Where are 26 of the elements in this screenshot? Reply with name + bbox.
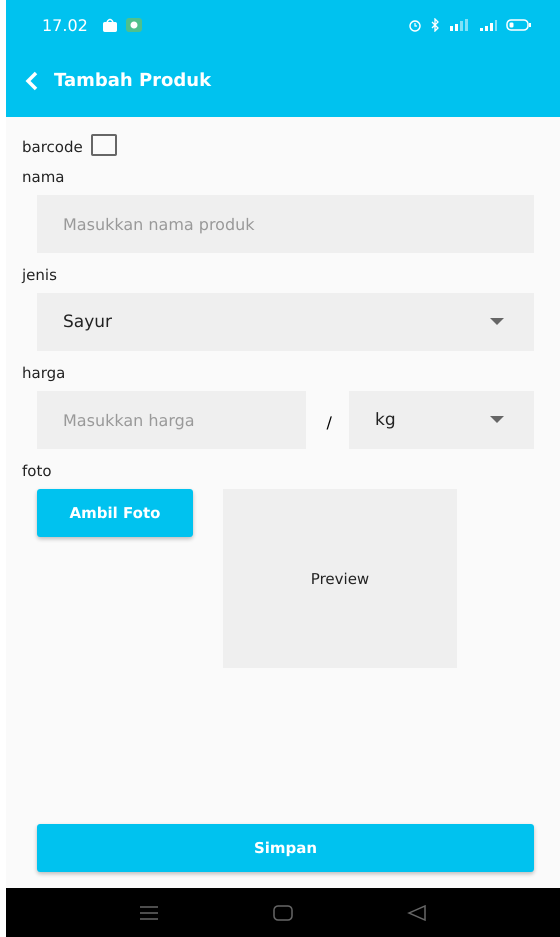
photo-preview: Preview <box>223 489 457 668</box>
nama-label: nama <box>22 167 65 188</box>
menu-icon[interactable] <box>139 904 159 920</box>
product-name-field[interactable]: Masukkan nama produk <box>37 195 534 253</box>
jenis-label: jenis <box>22 265 57 286</box>
battery-icon <box>506 18 532 32</box>
unit-dropdown[interactable]: kg <box>349 391 534 449</box>
separator-text: / <box>325 412 333 432</box>
barcode-checkbox[interactable] <box>90 134 117 156</box>
home-icon[interactable] <box>273 904 293 920</box>
price-field[interactable]: Masukkan harga <box>37 391 306 449</box>
back-icon[interactable] <box>24 70 40 92</box>
foto-label: foto <box>22 461 52 482</box>
status-time: 17.02 <box>42 16 88 34</box>
signal-icon <box>478 18 498 32</box>
dropdown-arrow-icon <box>490 416 504 424</box>
harga-label: harga <box>22 363 66 384</box>
barcode-label: barcode <box>22 137 83 158</box>
category-dropdown[interactable]: Sayur <box>37 293 534 351</box>
page-title: Tambah Produk <box>54 70 212 91</box>
bluetooth-icon <box>430 18 440 32</box>
back-triangle-icon[interactable] <box>407 904 427 920</box>
signal-icon <box>448 18 470 32</box>
alarm-icon <box>408 18 422 32</box>
dropdown-arrow-icon <box>490 318 504 326</box>
shopping-bag-icon <box>102 18 118 32</box>
